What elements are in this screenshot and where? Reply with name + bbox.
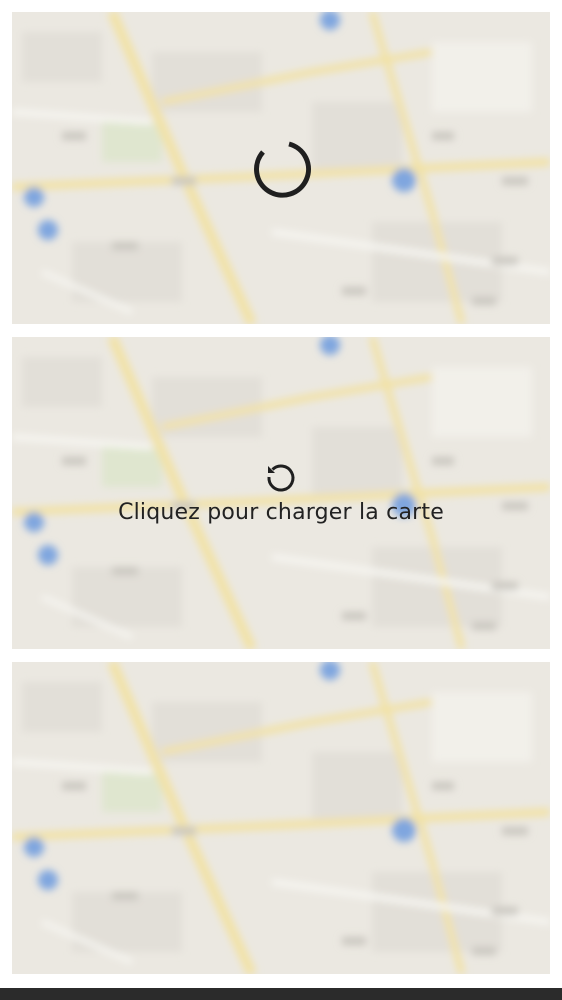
load-map-button[interactable]: Cliquez pour charger la carte <box>118 460 444 525</box>
map-tile-idle <box>12 662 550 974</box>
map-tile-loading <box>12 12 550 324</box>
reload-icon <box>267 464 295 492</box>
loading-overlay <box>12 12 550 324</box>
load-map-label: Cliquez pour charger la carte <box>118 499 444 525</box>
click-to-load-overlay[interactable]: Cliquez pour charger la carte <box>12 337 550 649</box>
blurred-map-background <box>12 662 550 974</box>
loading-spinner-icon <box>254 141 312 198</box>
bottom-bar <box>0 988 562 1000</box>
page: Cliquez pour charger la carte <box>0 0 562 1000</box>
map-tile-click-to-load[interactable]: Cliquez pour charger la carte <box>12 337 550 649</box>
